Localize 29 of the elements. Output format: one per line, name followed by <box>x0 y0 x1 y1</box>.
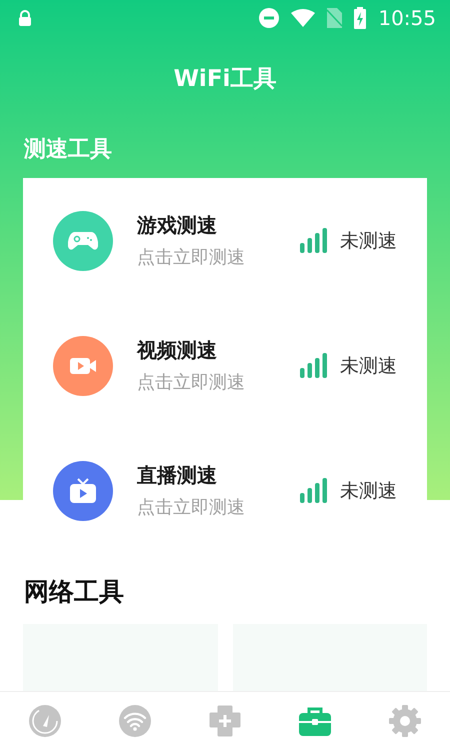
wifi-icon <box>291 9 316 27</box>
no-sim-icon <box>327 8 342 28</box>
wifi-icon <box>118 704 152 738</box>
tool-name: 游戏测速 <box>137 212 217 239</box>
toolbox-icon <box>298 704 332 736</box>
battery-charging-icon <box>354 7 366 29</box>
section-title: 网络工具 <box>24 576 124 608</box>
settings-icon <box>388 704 422 738</box>
signal-bars-icon <box>300 352 328 380</box>
app-title: WiFi工具 <box>174 64 276 94</box>
speed-test-row[interactable]: 游戏测速 点击立即测速 未测速 <box>23 178 427 303</box>
speed-status: 未测速 <box>340 478 397 504</box>
gauge-icon <box>28 704 62 738</box>
tool-hint: 点击立即测速 <box>137 246 245 269</box>
tool-hint: 点击立即测速 <box>137 496 245 519</box>
signal-bars-icon <box>300 476 328 504</box>
speed-test-row[interactable]: 视频测速 点击立即测速 未测速 <box>23 303 427 428</box>
speed-test-row[interactable]: 直播测速 点击立即测速 未测速 <box>23 428 427 553</box>
speed-status: 未测速 <box>340 228 397 254</box>
clock-time: 10:55 <box>378 6 436 30</box>
speed-status: 未测速 <box>340 354 397 378</box>
tool-hint: 点击立即测速 <box>137 371 245 394</box>
do-not-disturb-icon <box>259 8 280 28</box>
puzzle-icon <box>208 704 242 738</box>
signal-bars-icon <box>300 226 328 254</box>
lock-icon <box>18 10 32 26</box>
section-title: 测速工具 <box>24 136 112 164</box>
tool-name: 直播测速 <box>137 462 217 489</box>
tool-name: 视频测速 <box>137 337 217 364</box>
